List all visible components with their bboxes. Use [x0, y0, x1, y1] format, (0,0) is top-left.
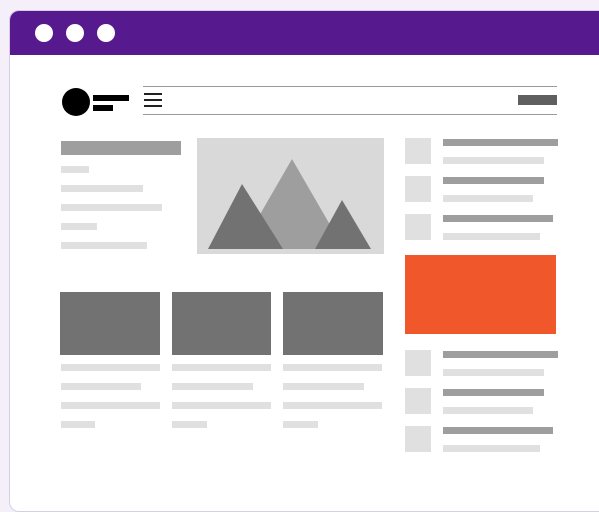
sidebar-thumb[interactable]: [405, 176, 431, 202]
card-text-line: [283, 421, 318, 428]
sidebar-title-line[interactable]: [443, 389, 544, 396]
card-image[interactable]: [172, 292, 271, 355]
logo-icon[interactable]: [62, 88, 90, 116]
title-bar: [10, 11, 599, 55]
sidebar-title-line[interactable]: [443, 215, 553, 222]
card-text-line: [172, 421, 207, 428]
card-image[interactable]: [283, 292, 383, 355]
card-text-line: [172, 364, 271, 371]
nav-bottom-border: [143, 114, 557, 115]
sidebar-text-line: [443, 233, 540, 240]
sidebar-text-line: [443, 445, 540, 452]
sidebar-text-line: [443, 407, 533, 414]
card-text-line: [283, 383, 364, 390]
sidebar-title-line[interactable]: [443, 427, 553, 434]
logo-wordmark-bar: [93, 95, 129, 101]
article-headline[interactable]: [61, 141, 181, 155]
sidebar-title-line[interactable]: [443, 177, 544, 184]
article-text-line: [61, 185, 143, 192]
sidebar-thumb[interactable]: [405, 388, 431, 414]
nav-link-placeholder[interactable]: [518, 95, 557, 105]
article-text-line: [61, 242, 147, 249]
card-text-line: [283, 364, 382, 371]
sidebar-title-line[interactable]: [443, 139, 558, 146]
card-text-line: [172, 383, 253, 390]
card-text-line: [61, 383, 141, 390]
sidebar-text-line: [443, 195, 533, 202]
sidebar-text-line: [443, 369, 544, 376]
sidebar-title-line[interactable]: [443, 351, 558, 358]
hero-image[interactable]: [197, 138, 384, 254]
sidebar-text-line: [443, 157, 544, 164]
ad-banner[interactable]: [405, 255, 556, 334]
card-text-line: [61, 421, 95, 428]
article-text-line: [61, 223, 97, 230]
card-text-line: [172, 402, 271, 409]
article-text-line: [61, 166, 89, 173]
nav-top-border: [143, 86, 557, 87]
browser-window: [9, 10, 599, 512]
card-text-line: [283, 402, 382, 409]
article-text-line: [61, 204, 162, 211]
logo-wordmark-bar: [93, 105, 113, 111]
hamburger-icon[interactable]: [144, 92, 162, 108]
sidebar-thumb[interactable]: [405, 350, 431, 376]
window-control-dot[interactable]: [97, 24, 115, 42]
card-text-line: [61, 364, 160, 371]
window-control-dot[interactable]: [35, 24, 53, 42]
mountain-image-icon: [208, 159, 371, 249]
sidebar-thumb[interactable]: [405, 214, 431, 240]
card-image[interactable]: [60, 292, 160, 355]
sidebar-thumb[interactable]: [405, 426, 431, 452]
card-text-line: [61, 402, 160, 409]
sidebar-thumb[interactable]: [405, 138, 431, 164]
window-control-dot[interactable]: [66, 24, 84, 42]
